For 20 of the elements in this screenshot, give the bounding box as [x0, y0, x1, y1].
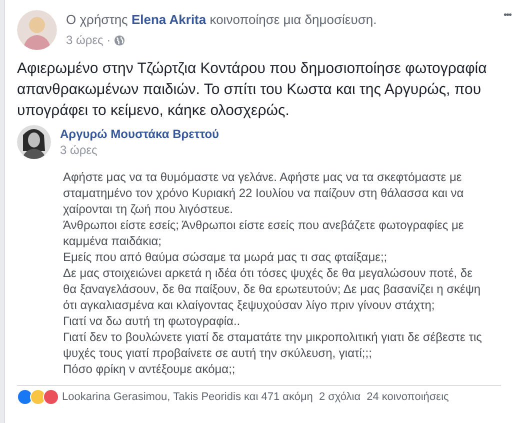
post-paragraph: Εμείς που από θαύμα σώσαμε τα μωρά μας τι σας φταίξαμε;;	[63, 249, 388, 265]
post-text: Αφιερωμένο στην Τζώρτζια Κοντάρου που δημοσιοποίησε φωτογραφία απανθρακωμένων παιδιών. Το σπίτι του Κωστα και της Αργυρώς, που υπογράφει το κείμενο, κάηκε ολοσχερώς.	[17, 59, 488, 121]
reaction-icon[interactable]	[30, 389, 46, 405]
post-paragraph: Δε μας στοιχειώνει αρκετά η ιδέα ότι τόσες ψυχές δε θα μεγαλώσουν ποτέ, δε θα ξαναγελάσουν, δε θα παίξουν, δε θα ερωτευτούν; Δε μας βασανίζει η σκέψη ότι αγκαλιασμένα και κλαίγοντας ξεψυχούσαν λίγο πριν γίνουν στάχτη;	[63, 265, 482, 313]
comment-count[interactable]: 2 σχόλια	[318, 391, 361, 403]
post-paragraph: Αφήστε μας να τα θυμόμαστε να γελάνε. Αφήστε μας να τα σκεφτόμαστε με σταματημένο τον χρόνο Κυριακή 22 Ιουλίου να παίζουν στη θάλασσα και να χαίρονται τη ζωή που λιγόστευε.	[63, 169, 465, 217]
globe-icon	[114, 34, 125, 46]
post-paragraph: Πόσο φρίκη ν αντέξουμε ακόμα;;	[63, 361, 236, 377]
post-paragraph: Άνθρωποι είστε εσείς; Άνθρωποι είστε εσείς που ανεβάζετε φωτογραφίες με καμμένα παιδάκια;	[63, 217, 465, 249]
timestamp[interactable]: 3 ώρες	[60, 143, 220, 157]
post-paragraph: Γιατί δεν το βουλώνετε γιατί δε σταματάτε την μικροπολιτική γιατι δε σέβεστε τις ψυχές τους γιατί προβαίνετε σε αυτή την σκύλευση, γιατί;;;	[63, 329, 483, 361]
post-paragraph: Γιατί να δω αυτή τη φωτογραφία..	[63, 313, 242, 329]
timestamp[interactable]: 3 ώρες ·	[66, 33, 111, 47]
share-headline: Ο χρήστης Elena Akrita κοινοποίησε μια δημοσίευση.	[66, 12, 377, 27]
author-name[interactable]: Αργυρώ Μουστάκα Βρεττού	[60, 127, 220, 141]
more-menu[interactable]: •••	[503, 10, 511, 21]
share-count[interactable]: 24 κοινοποιήσεις	[366, 391, 449, 403]
reaction-names[interactable]: Lookarina Gerasimou, Takis Peoridis και 471 ακόμη	[62, 391, 313, 403]
reaction-icon[interactable]	[43, 389, 59, 405]
reaction-icon[interactable]	[17, 389, 33, 405]
